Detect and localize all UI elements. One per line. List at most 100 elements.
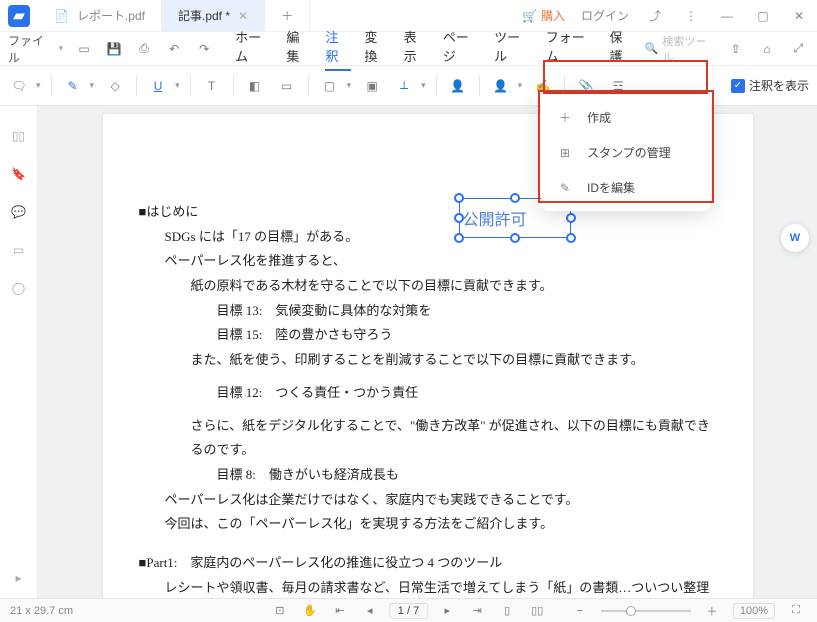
- paragraph: 目標 8: 働きがいも経済成長も: [139, 463, 717, 488]
- eraser-icon[interactable]: ◇: [104, 75, 126, 97]
- zoom-value[interactable]: 100%: [733, 603, 775, 619]
- comment-panel-icon[interactable]: 💬: [9, 202, 29, 222]
- minimize-icon[interactable]: —: [717, 9, 737, 23]
- textbox-icon[interactable]: ◧: [244, 75, 266, 97]
- bookmark-icon[interactable]: 🔖: [9, 164, 29, 184]
- menu-protect[interactable]: 保護: [610, 27, 635, 71]
- zoom-in-icon[interactable]: ＋: [701, 600, 723, 622]
- checkbox-checked-icon: ✓: [731, 79, 745, 93]
- paragraph: 目標 15: 陸の豊かさも守ろう: [139, 323, 717, 348]
- buy-link[interactable]: 🛒購入: [522, 7, 565, 24]
- dropdown-item-manage[interactable]: ⊞ スタンプの管理: [541, 135, 711, 170]
- print-icon[interactable]: ⎙: [133, 38, 155, 60]
- attachments-icon[interactable]: ▭: [9, 240, 29, 260]
- stamp-dropdown-menu: ＋ 作成 ⊞ スタンプの管理 ✎ IDを編集: [541, 94, 711, 211]
- search-panel-icon[interactable]: ◯: [9, 278, 29, 298]
- plus-icon: ＋: [557, 109, 573, 126]
- prev-page-icon[interactable]: ◂: [359, 600, 381, 622]
- highlight-icon[interactable]: ✎: [62, 75, 84, 97]
- paragraph: レシートや領収書、毎月の請求書など、日常生活で増えてしまう「紙」の書類…ついつい…: [139, 576, 717, 598]
- menu-page[interactable]: ページ: [443, 27, 480, 71]
- paragraph: SDGs には「17 の目標」がある。: [139, 225, 717, 250]
- left-sidebar: ▯▯ 🔖 💬 ▭ ◯ ▸: [0, 106, 38, 598]
- page-indicator[interactable]: 1 / 7: [389, 603, 428, 619]
- resize-handle[interactable]: [454, 233, 464, 243]
- menu-home[interactable]: ホーム: [235, 27, 272, 71]
- cloud-icon[interactable]: ⌂: [756, 38, 777, 60]
- section-heading: Part1: 家庭内のペーパーレス化の推進に役立つ 4 つのツール: [139, 551, 717, 576]
- resize-handle[interactable]: [454, 213, 464, 223]
- close-icon[interactable]: ✕: [238, 9, 248, 23]
- save-icon[interactable]: 💾: [103, 38, 125, 60]
- resize-handle[interactable]: [566, 213, 576, 223]
- show-annotation-toggle[interactable]: ✓ 注釈を表示: [731, 77, 809, 94]
- resize-handle[interactable]: [510, 233, 520, 243]
- kebab-icon[interactable]: ⋮: [681, 9, 701, 23]
- share-icon[interactable]: ⇪: [725, 38, 746, 60]
- tab-label: レポート.pdf: [77, 7, 145, 24]
- rect-icon[interactable]: ▢: [319, 75, 341, 97]
- edit-icon: ✎: [557, 181, 573, 195]
- redo-icon[interactable]: ↷: [193, 38, 215, 60]
- fit-width-icon[interactable]: ⊡: [269, 600, 291, 622]
- resize-handle[interactable]: [510, 193, 520, 203]
- area-highlight-icon[interactable]: ▣: [361, 75, 383, 97]
- zoom-slider[interactable]: [601, 610, 691, 612]
- dropdown-label: IDを編集: [587, 179, 635, 196]
- first-page-icon[interactable]: ⇤: [329, 600, 351, 622]
- dropdown-item-edit-id[interactable]: ✎ IDを編集: [541, 170, 711, 205]
- menubar: ファイル▾ ▭ 💾 ⎙ ↶ ↷ ホーム 編集 注釈 変換 表示 ページ ツール …: [0, 32, 817, 66]
- login-link[interactable]: ログイン: [581, 7, 629, 24]
- expand-icon[interactable]: ⤢: [788, 38, 809, 60]
- paragraph: さらに、紙をデジタル化することで、"働き方改革" が促進され、以下の目標にも貢献…: [139, 414, 717, 463]
- text-icon[interactable]: T: [201, 75, 223, 97]
- last-page-icon[interactable]: ⇥: [466, 600, 488, 622]
- menu-form[interactable]: フォーム: [546, 27, 596, 71]
- paragraph: ペーパーレス化は企業だけではなく、家庭内でも実践できることです。: [139, 488, 717, 513]
- dropdown-label: スタンプの管理: [587, 144, 671, 161]
- close-window-icon[interactable]: ✕: [789, 9, 809, 23]
- notification-icon[interactable]: ⤴: [645, 7, 665, 24]
- tab-label: 記事.pdf *: [178, 7, 230, 24]
- underline-icon[interactable]: U: [147, 75, 169, 97]
- search-icon: 🔍: [645, 42, 659, 55]
- menu-annotate[interactable]: 注釈: [325, 27, 350, 71]
- zoom-out-icon[interactable]: −: [569, 600, 591, 622]
- next-page-icon[interactable]: ▸: [436, 600, 458, 622]
- quick-icons: ▭ 💾 ⎙ ↶ ↷: [73, 38, 215, 60]
- menu-tools[interactable]: ツール: [494, 27, 532, 71]
- expand-sidebar-icon[interactable]: ▸: [9, 568, 29, 588]
- thumbnails-icon[interactable]: ▯▯: [9, 126, 29, 146]
- paragraph: 目標 12: つくる責任・つかう責任: [139, 381, 717, 406]
- resize-handle[interactable]: [566, 233, 576, 243]
- resize-handle[interactable]: [454, 193, 464, 203]
- stamp-dropdown-icon[interactable]: 👤: [490, 75, 512, 97]
- ai-assistant-badge[interactable]: W: [781, 224, 809, 252]
- menu-file[interactable]: ファイル▾: [8, 32, 63, 66]
- statusbar: 21 x 29.7 cm ⊡ ✋ ⇤ ◂ 1 / 7 ▸ ⇥ ▯ ▯▯ − ＋ …: [0, 598, 817, 622]
- hand-icon[interactable]: ✋: [299, 600, 321, 622]
- open-icon[interactable]: ▭: [73, 38, 95, 60]
- menu-view[interactable]: 表示: [404, 27, 429, 71]
- file-icon: 📄: [54, 9, 69, 23]
- menu-convert[interactable]: 変換: [365, 27, 390, 71]
- maximize-icon[interactable]: ▢: [753, 9, 773, 23]
- two-page-icon[interactable]: ▯▯: [526, 600, 548, 622]
- undo-icon[interactable]: ↶: [163, 38, 185, 60]
- titlebar-right: 🛒購入 ログイン ⤴ ⋮ — ▢ ✕: [522, 7, 817, 24]
- menu-edit[interactable]: 編集: [286, 27, 311, 71]
- note-icon[interactable]: 🗨: [8, 75, 30, 97]
- measure-icon[interactable]: ⟂: [393, 75, 415, 97]
- search-tool[interactable]: 🔍 検索ツール: [645, 33, 715, 65]
- single-page-icon[interactable]: ▯: [496, 600, 518, 622]
- paragraph: 目標 13: 気候変動に具体的な対策を: [139, 299, 717, 324]
- menu-items: ホーム 編集 注釈 変換 表示 ページ ツール フォーム 保護: [235, 27, 635, 71]
- page-dimensions: 21 x 29.7 cm: [10, 605, 73, 617]
- fullscreen-icon[interactable]: ⛶: [785, 600, 807, 622]
- paragraph: 紙の原料である木材を守ることで以下の目標に貢献できます。: [139, 274, 717, 299]
- paragraph: ペーパーレス化を推進すると、: [139, 249, 717, 274]
- dropdown-item-create[interactable]: ＋ 作成: [541, 100, 711, 135]
- tab-report[interactable]: 📄 レポート.pdf: [38, 0, 162, 31]
- callout-icon[interactable]: ▭: [276, 75, 298, 97]
- stamp-icon[interactable]: 👤: [447, 75, 469, 97]
